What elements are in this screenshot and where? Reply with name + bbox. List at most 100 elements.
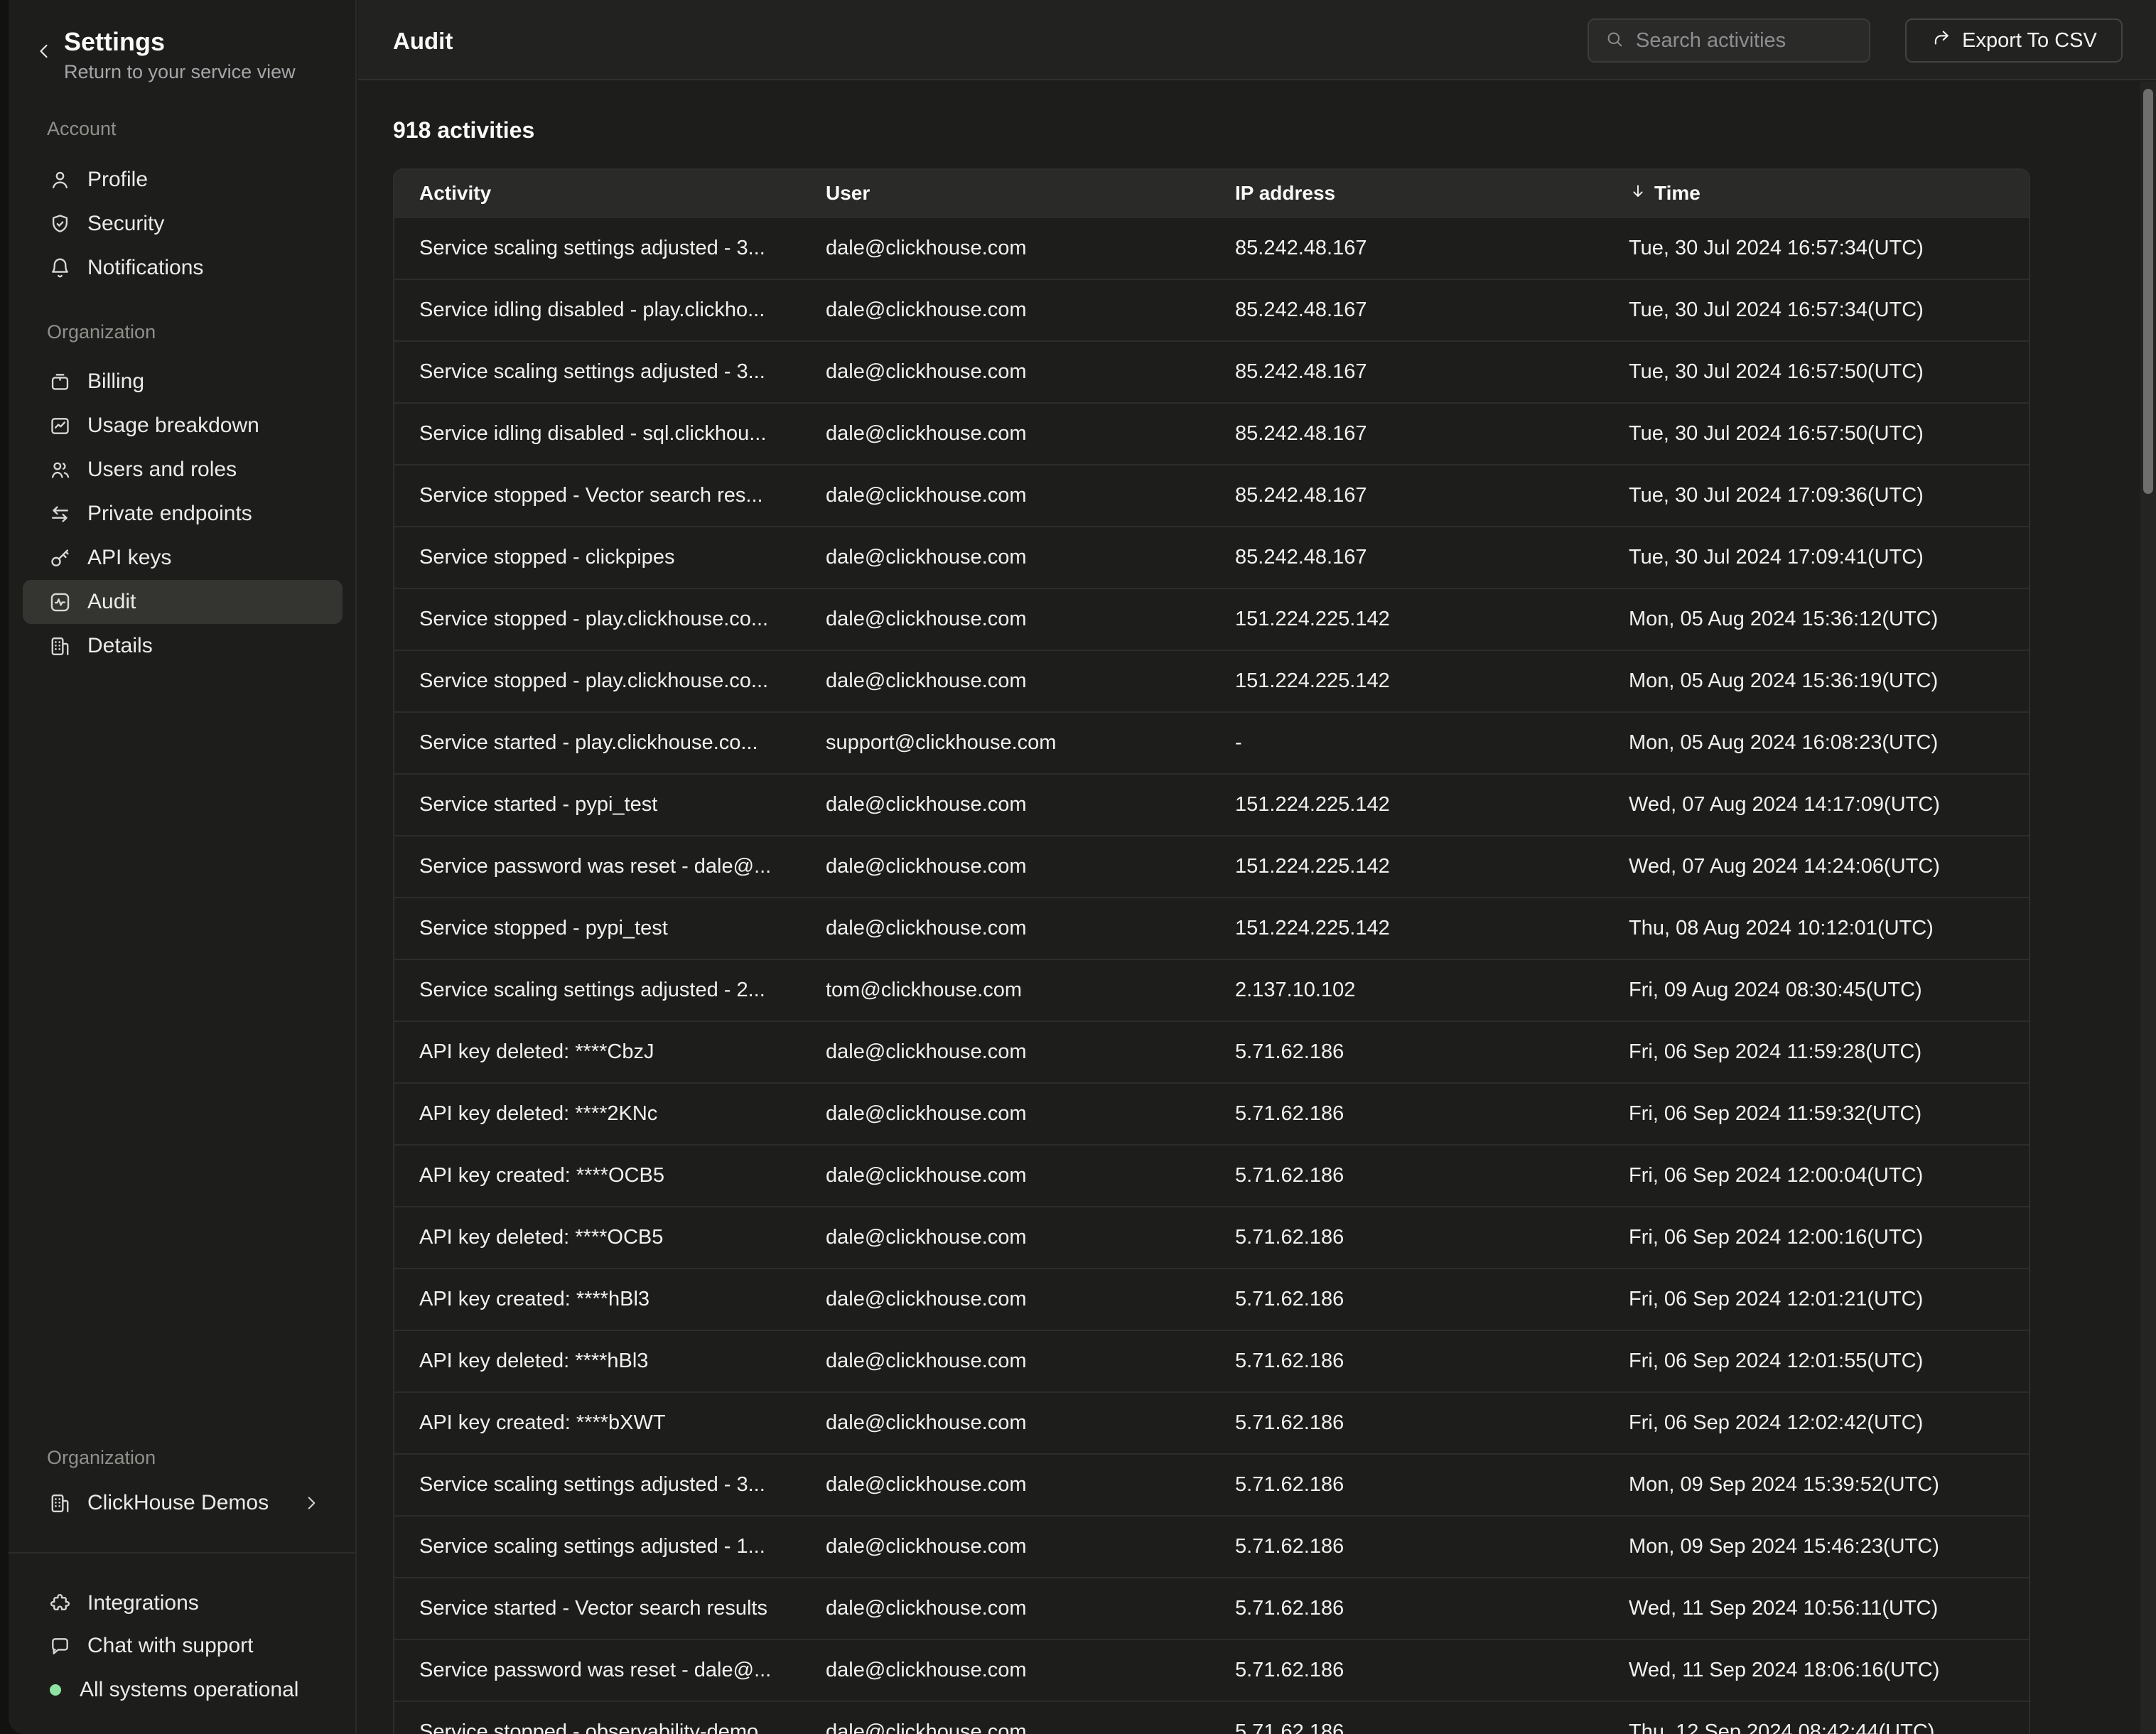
cell-activity: API key deleted: ****OCB5 (394, 1226, 801, 1249)
cell-activity: Service stopped - play.clickhouse.co... (394, 608, 801, 631)
table-row: Service stopped - play.clickhouse.co... … (394, 588, 2029, 650)
table-row: API key created: ****hBl3 dale@clickhous… (394, 1268, 2029, 1330)
cell-ip: 5.71.62.186 (1210, 1411, 1604, 1435)
table-row: Service idling disabled - sql.clickhou..… (394, 402, 2029, 464)
table-row: Service stopped - Vector search res... d… (394, 464, 2029, 526)
organization-section-label: Organization (47, 321, 156, 343)
cell-activity: Service idling disabled - play.clickho..… (394, 298, 801, 322)
usage-icon (48, 414, 72, 438)
sidebar-item-label: Notifications (87, 256, 203, 280)
cell-user: dale@clickhouse.com (801, 1226, 1210, 1249)
table-row: Service stopped - pypi_test dale@clickho… (394, 897, 2029, 959)
cell-ip: 5.71.62.186 (1210, 1164, 1604, 1188)
building-icon (48, 635, 72, 658)
cell-ip: 85.242.48.167 (1210, 484, 1604, 507)
cell-activity: Service started - play.clickhouse.co... (394, 731, 801, 755)
table-row: API key created: ****bXWT dale@clickhous… (394, 1391, 2029, 1453)
sidebar-nav-item[interactable]: Audit (23, 580, 343, 624)
cell-time: Tue, 30 Jul 2024 16:57:50(UTC) (1604, 422, 2029, 446)
cell-activity: Service idling disabled - sql.clickhou..… (394, 422, 801, 446)
cell-activity: Service scaling settings adjusted - 2... (394, 979, 801, 1002)
cell-user: dale@clickhouse.com (801, 608, 1210, 631)
search-box[interactable] (1588, 18, 1870, 63)
organization-nav-group: Billing Usage breakdown Users and roles … (9, 360, 357, 668)
sidebar-item-label: Integrations (87, 1591, 199, 1615)
sidebar-nav-item[interactable]: Private endpoints (23, 492, 343, 536)
cell-time: Tue, 30 Jul 2024 16:57:50(UTC) (1604, 360, 2029, 384)
cell-time: Mon, 09 Sep 2024 15:39:52(UTC) (1604, 1473, 2029, 1497)
column-header-time[interactable]: Time (1604, 182, 2029, 205)
table-row: Service started - Vector search results … (394, 1577, 2029, 1639)
cell-ip: 85.242.48.167 (1210, 298, 1604, 322)
cell-ip: - (1210, 731, 1604, 755)
table-row: Service scaling settings adjusted - 2...… (394, 959, 2029, 1021)
sidebar-nav-item[interactable]: Details (23, 624, 343, 668)
cell-user: dale@clickhouse.com (801, 669, 1210, 693)
sidebar-nav-item[interactable]: Profile (23, 158, 343, 202)
cell-time: Tue, 30 Jul 2024 17:09:36(UTC) (1604, 484, 2029, 507)
chat-icon (48, 1635, 72, 1658)
org-footer-label: Organization (47, 1447, 156, 1469)
cell-activity: Service started - pypi_test (394, 793, 801, 817)
cell-ip: 5.71.62.186 (1210, 1102, 1604, 1126)
cell-time: Wed, 07 Aug 2024 14:17:09(UTC) (1604, 793, 2029, 817)
cell-activity: Service scaling settings adjusted - 3... (394, 1473, 801, 1497)
column-header-activity[interactable]: Activity (394, 182, 801, 205)
cell-time: Fri, 09 Aug 2024 08:30:45(UTC) (1604, 979, 2029, 1002)
cell-time: Wed, 07 Aug 2024 14:24:06(UTC) (1604, 855, 2029, 878)
search-input[interactable] (1636, 29, 1849, 53)
sidebar-nav-item[interactable]: Users and roles (23, 448, 343, 492)
audit-table: Activity User IP address Time Service sc… (393, 168, 2030, 1734)
scrollbar-thumb[interactable] (2143, 89, 2153, 494)
sidebar-nav-item[interactable]: Notifications (23, 246, 343, 290)
table-row: Service password was reset - dale@... da… (394, 835, 2029, 897)
back-button[interactable] (28, 37, 60, 68)
scrollbar-track[interactable] (2140, 82, 2156, 1734)
table-row: Service scaling settings adjusted - 1...… (394, 1515, 2029, 1577)
cell-user: dale@clickhouse.com (801, 546, 1210, 569)
table-row: Service started - pypi_test dale@clickho… (394, 773, 2029, 835)
cell-activity: API key created: ****bXWT (394, 1411, 801, 1435)
return-to-service-link[interactable]: Return to your service view (64, 61, 296, 83)
cell-user: dale@clickhouse.com (801, 917, 1210, 940)
main-content: Audit Export To CSV 918 activities Activ… (358, 0, 2156, 1734)
column-header-time-label: Time (1654, 182, 1700, 205)
activities-count: 918 activities (393, 117, 534, 144)
org-switcher[interactable]: ClickHouse Demos (9, 1481, 357, 1525)
cell-activity: Service scaling settings adjusted - 3... (394, 360, 801, 384)
sidebar-nav-item[interactable]: API keys (23, 536, 343, 580)
chevron-right-icon (301, 1493, 321, 1513)
cell-user: dale@clickhouse.com (801, 1411, 1210, 1435)
account-section-label: Account (47, 118, 117, 140)
table-row: Service idling disabled - play.clickho..… (394, 279, 2029, 340)
sidebar-footer-link[interactable]: Integrations (9, 1582, 357, 1625)
cell-user: dale@clickhouse.com (801, 1040, 1210, 1064)
cell-time: Tue, 30 Jul 2024 17:09:41(UTC) (1604, 546, 2029, 569)
shield-check-icon (48, 212, 72, 236)
search-icon (1605, 29, 1624, 53)
user-icon (48, 168, 72, 192)
chevron-left-icon (33, 41, 55, 65)
cell-time: Thu, 12 Sep 2024 08:42:44(UTC) (1604, 1720, 2029, 1734)
billing-icon (48, 370, 72, 394)
cell-ip: 151.224.225.142 (1210, 855, 1604, 878)
swap-icon (48, 502, 72, 526)
cell-user: dale@clickhouse.com (801, 1659, 1210, 1682)
column-header-user[interactable]: User (801, 182, 1210, 205)
sidebar-nav-item[interactable]: Usage breakdown (23, 404, 343, 448)
cell-ip: 5.71.62.186 (1210, 1040, 1604, 1064)
cell-user: dale@clickhouse.com (801, 298, 1210, 322)
cell-user: dale@clickhouse.com (801, 484, 1210, 507)
column-header-ip[interactable]: IP address (1210, 182, 1604, 205)
cell-time: Mon, 09 Sep 2024 15:46:23(UTC) (1604, 1535, 2029, 1558)
export-csv-button[interactable]: Export To CSV (1905, 18, 2123, 63)
cell-time: Tue, 30 Jul 2024 16:57:34(UTC) (1604, 298, 2029, 322)
cell-time: Mon, 05 Aug 2024 16:08:23(UTC) (1604, 731, 2029, 755)
system-status[interactable]: All systems operational (9, 1669, 357, 1711)
cell-time: Wed, 11 Sep 2024 10:56:11(UTC) (1604, 1597, 2029, 1620)
sidebar-nav-item[interactable]: Security (23, 202, 343, 246)
table-row: API key deleted: ****CbzJ dale@clickhous… (394, 1021, 2029, 1082)
status-dot (50, 1684, 61, 1696)
sidebar-footer-link[interactable]: Chat with support (9, 1625, 357, 1667)
sidebar-nav-item[interactable]: Billing (23, 360, 343, 404)
